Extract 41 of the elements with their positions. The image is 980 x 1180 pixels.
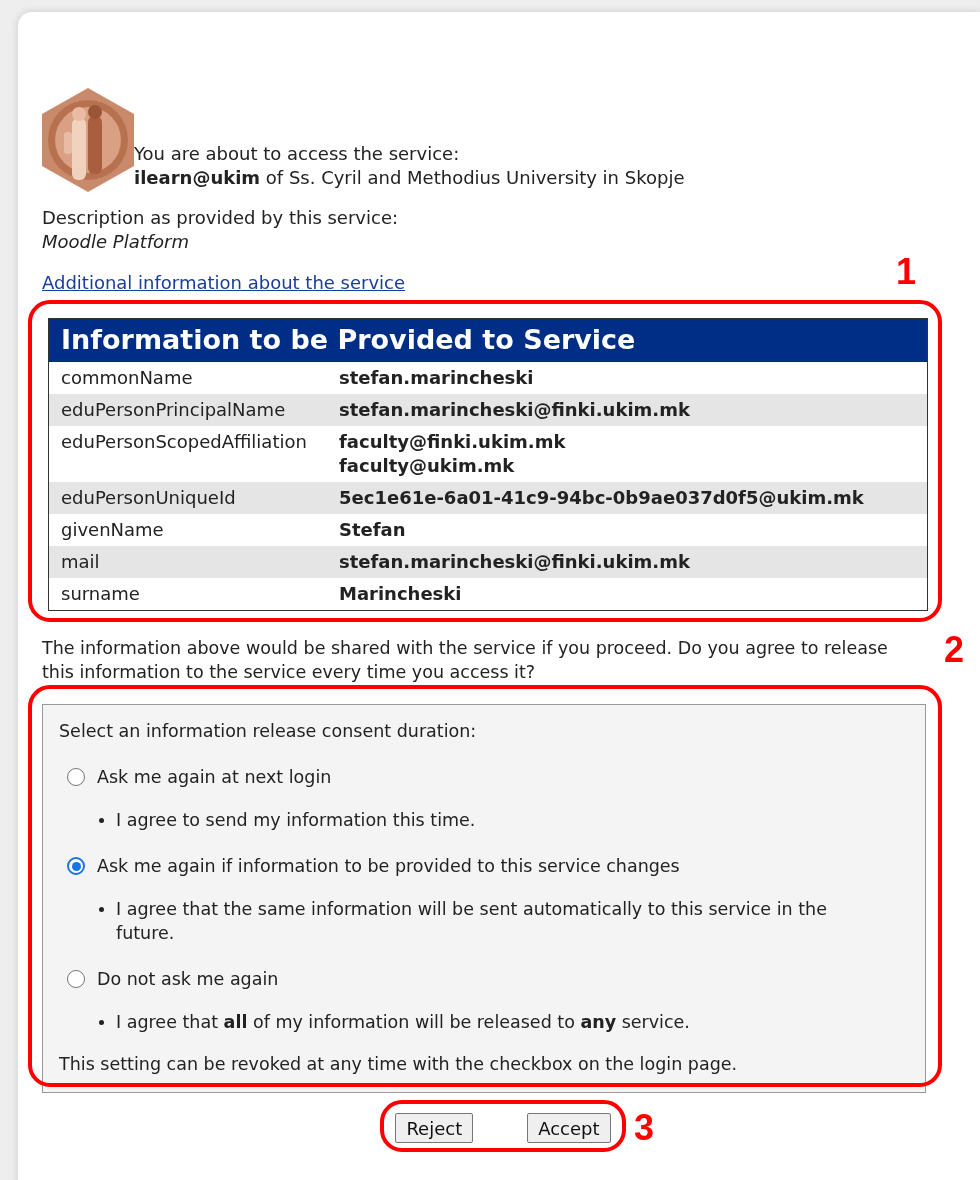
radio-button[interactable] [67, 857, 85, 875]
attribute-value: faculty@finki.ukim.mk [339, 430, 566, 454]
bullet-icon [99, 907, 104, 912]
annotation-number: 1 [896, 252, 917, 292]
consent-heading: Select an information release consent duration: [59, 720, 478, 743]
attribute-value: Stefan [339, 518, 406, 542]
attribute-value: faculty@ukim.mk [339, 454, 516, 478]
intro-text: You are about to access the service: [134, 142, 461, 166]
attribute-value: 5ec1e61e-6a01-41c9-94bc-0b9ae037d0f5@ukim.mk [339, 486, 864, 510]
bullet-icon [99, 1020, 104, 1025]
attribute-name: mail [61, 550, 101, 574]
attribute-name: surname [61, 582, 141, 606]
option-label[interactable]: Ask me again if information to be provided to this service changes [97, 854, 680, 878]
annotation-number: 3 [634, 1108, 655, 1148]
attribute-name: commonName [61, 366, 194, 390]
attribute-name: givenName [61, 518, 165, 542]
option-detail: I agree that all of my information will be released to any service. [116, 1011, 690, 1034]
additional-info-link[interactable]: Additional information about the service [42, 271, 406, 295]
reject-button[interactable]: Reject [395, 1113, 474, 1143]
attribute-name: eduPersonPrincipalName [61, 398, 287, 422]
release-notice: The information above would be shared with the service if you proceed. Do you agree to release this information to the service every time you access it? [42, 637, 889, 684]
consent-footer: This setting can be revoked at any time with the checkbox on the login page. [59, 1052, 909, 1076]
bullet-icon [99, 818, 104, 823]
description-label: Description as provided by this service: [42, 206, 400, 230]
option-detail: I agree that the same information will be sent automatically to this service in the future. [116, 898, 828, 945]
accept-button[interactable]: Accept [527, 1113, 611, 1143]
attribute-name: eduPersonScopedAffiliation [61, 430, 308, 454]
attribute-value: stefan.marincheski@finki.ukim.mk [339, 550, 690, 574]
attribute-name: eduPersonUniqueId [61, 486, 237, 510]
option-label[interactable]: Ask me again at next login [97, 765, 332, 789]
attribute-value: Marincheski [339, 582, 462, 606]
annotation-number: 2 [944, 630, 965, 670]
description-text: Moodle Platform [42, 230, 190, 254]
attribute-value: stefan.marincheski [339, 366, 534, 390]
radio-button[interactable] [67, 768, 85, 786]
radio-button[interactable] [67, 970, 85, 988]
option-detail: I agree to send my information this time. [116, 809, 476, 832]
attribute-value: stefan.marincheski@finki.ukim.mk [339, 398, 690, 422]
service-name-text: ilearn@ukim of Ss. Cyril and Methodius University in Skopje [134, 166, 685, 190]
option-label[interactable]: Do not ask me again [97, 967, 279, 991]
table-title: Information to be Provided to Service [49, 319, 927, 362]
